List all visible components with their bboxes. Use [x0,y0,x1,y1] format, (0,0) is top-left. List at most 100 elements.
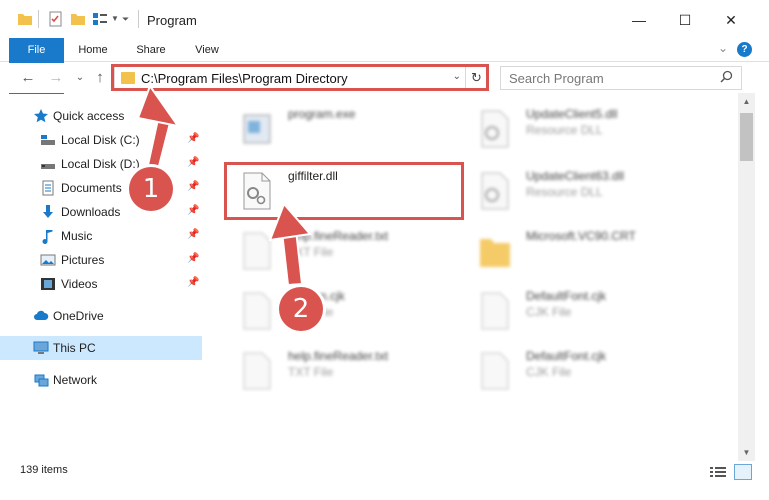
file-item[interactable]: UpdateClient63.dll Resource DLL [456,163,696,219]
divider [38,10,39,28]
sidebar-item-pictures[interactable]: Pictures 📌 [0,248,202,272]
address-highlight-box [111,64,489,91]
file-icon [481,292,509,330]
minimize-button[interactable]: — [616,0,662,40]
divider [138,10,139,28]
file-icon [243,292,271,330]
file-list: program.exe UpdateClient5.dll Resource D… [208,93,738,463]
sidebar-item-label: Network [53,373,98,387]
search-placeholder: Search Program [509,71,604,86]
sidebar-item-downloads[interactable]: Downloads 📌 [0,200,202,224]
folder-icon [18,14,32,25]
pin-icon[interactable]: 📌 [187,277,199,289]
step-marker-2: 2 [279,287,323,331]
scroll-down-icon[interactable]: ▼ [738,444,755,461]
sidebar-item-label: This PC [53,341,96,355]
up-button[interactable]: ↑ [90,68,110,88]
customize-toolbar-icon[interactable]: ⏷ [122,14,129,25]
address-row: ← → ⌄ ↑ C:\Program Files\Program Directo… [0,63,769,93]
folder-icon [480,239,510,267]
scroll-up-icon[interactable]: ▲ [738,93,755,110]
sidebar-item-local-disk-c[interactable]: Local Disk (C:) 📌 [0,128,202,152]
sidebar-item-label: Local Disk (C:) [61,133,140,147]
view-options-icon[interactable] [92,11,108,27]
file-item[interactable]: program.exe [218,101,458,157]
txt-icon [243,232,271,270]
maximize-button[interactable]: ☐ [662,0,708,40]
downloads-icon [43,205,53,218]
file-name: program.exe [288,107,356,121]
sidebar-item-onedrive[interactable]: OneDrive [0,304,202,328]
ribbon-tabs: File Home Share View ⌄ ? [0,38,769,94]
sidebar-item-this-pc[interactable]: This PC [0,336,202,360]
dll-icon [481,110,509,148]
pin-icon[interactable]: 📌 [187,133,199,145]
item-count: 139 items [20,464,68,476]
close-button[interactable]: ✕ [708,0,754,40]
dll-icon [481,172,509,210]
new-folder-icon[interactable] [70,11,86,27]
file-item[interactable]: Microsoft.VC90.CRT [456,223,696,279]
navigation-pane: Quick access Local Disk (C:) 📌 Local Dis… [0,100,202,460]
sidebar-item-label: Pictures [61,253,105,267]
file-name: help.fineReader.txt [288,349,389,363]
forward-button[interactable]: → [46,68,66,88]
file-name: DefaultFont.cjk [526,289,607,303]
sidebar-item-label: OneDrive [53,309,104,323]
file-item[interactable]: UpdateClient5.dll Resource DLL [456,101,696,157]
recent-locations-icon[interactable]: ⌄ [70,68,90,88]
pin-icon[interactable]: 📌 [187,181,199,193]
music-icon [42,230,53,244]
tab-share[interactable]: Share [128,38,174,62]
window-bottom [0,480,769,500]
file-type: Resource DLL [526,123,603,137]
details-view-icon[interactable] [710,466,726,478]
file-item[interactable]: DefaultFont.cjk CJK File [456,283,696,339]
file-item[interactable]: Korean.cjk CJK File [218,283,458,339]
title-bar: ▼ ⏷ Program — ☐ ✕ [0,0,769,40]
sidebar-item-label: Documents [61,181,122,195]
pictures-icon [40,254,56,266]
file-icon [481,352,509,390]
status-bar: 139 items [0,462,769,480]
sidebar-item-quick-access[interactable]: Quick access [0,104,202,128]
file-type: CJK File [526,305,572,319]
help-icon[interactable]: ? [737,42,752,57]
sidebar-item-local-disk-d[interactable]: Local Disk (D:) 📌 [0,152,202,176]
pin-icon[interactable]: 📌 [187,229,199,241]
properties-icon[interactable] [48,11,64,27]
expand-ribbon-icon[interactable]: ⌄ [718,41,728,55]
file-name: Microsoft.VC90.CRT [526,229,636,243]
pin-icon[interactable]: 📌 [187,205,199,217]
file-item[interactable]: help.fineReader.txt TXT File [218,223,458,279]
exe-icon [243,114,271,144]
pin-icon[interactable]: 📌 [187,157,199,169]
sidebar-item-label: Music [61,229,93,243]
search-input[interactable]: Search Program [500,66,742,90]
txt-icon [243,352,271,390]
tab-home[interactable]: Home [70,38,116,62]
sidebar-item-music[interactable]: Music 📌 [0,224,202,248]
back-button[interactable]: ← [18,68,38,88]
sidebar-item-label: Quick access [53,109,125,123]
sidebar-item-label: Local Disk (D:) [61,157,140,171]
cloud-icon [34,310,49,320]
sidebar-item-videos[interactable]: Videos 📌 [0,272,202,296]
file-item[interactable]: help.fineReader.txt TXT File [218,343,458,399]
chevron-down-icon[interactable]: ▼ [111,14,119,23]
file-highlight-box [224,162,464,220]
network-icon [34,374,49,387]
sidebar-item-network[interactable]: Network [0,368,202,392]
tiles-view-icon[interactable] [734,464,752,480]
file-type: TXT File [288,365,334,379]
file-name: help.fineReader.txt [288,229,389,243]
star-icon [34,109,48,123]
scroll-thumb[interactable] [740,113,753,161]
window-title: Program [147,13,197,28]
file-name: UpdateClient5.dll [526,107,618,121]
tab-view[interactable]: View [184,38,230,62]
pin-icon[interactable]: 📌 [187,253,199,265]
vertical-scrollbar[interactable]: ▲ ▼ [738,93,755,461]
documents-icon [42,180,54,196]
file-item[interactable]: DefaultFont.cjk CJK File [456,343,696,399]
